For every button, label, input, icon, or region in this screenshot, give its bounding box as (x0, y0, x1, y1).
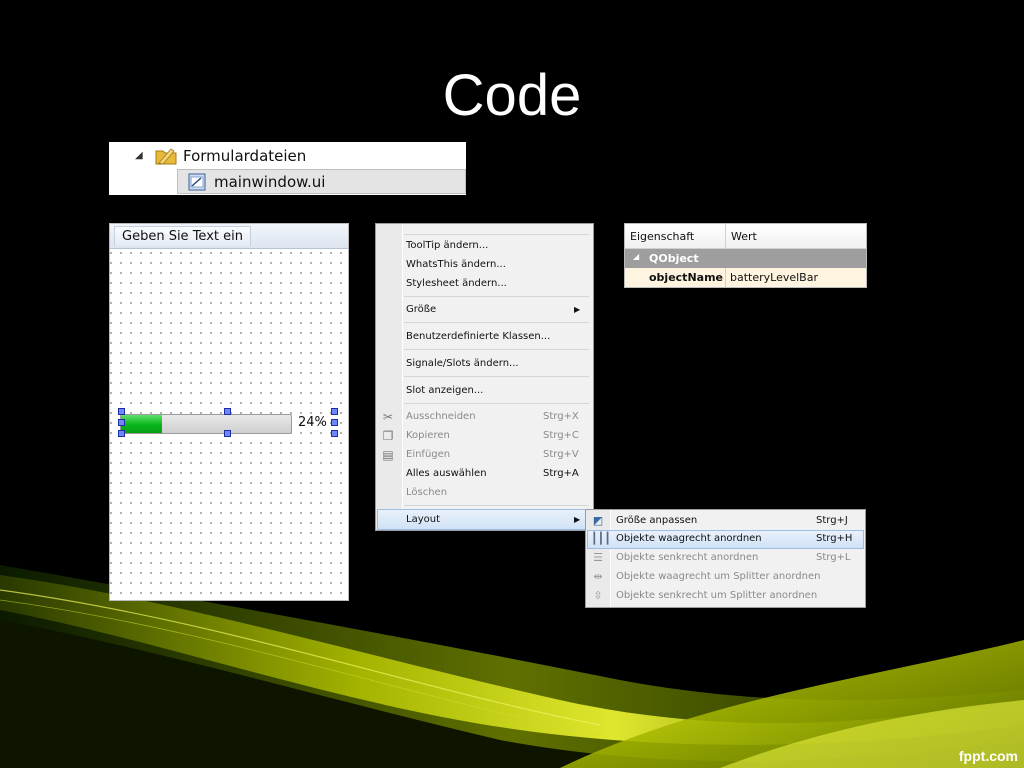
selection-handle[interactable] (331, 419, 338, 426)
submenu-arrow-icon: ▶ (574, 515, 581, 524)
property-editor: Eigenschaft Wert ◢ QObject objectName ba… (624, 223, 867, 288)
selection-handle[interactable] (118, 408, 125, 415)
menu-item-layout[interactable]: Layout (406, 511, 440, 528)
selection-handle[interactable] (118, 419, 125, 426)
project-tree: ◢ Formulardateien mainwindow.ui (109, 142, 466, 195)
shortcut-copy: Strg+C (543, 430, 579, 441)
footer-brand: fppt.com (958, 748, 1018, 764)
selection-handle[interactable] (118, 430, 125, 437)
expand-triangle-icon[interactable]: ◢ (135, 150, 149, 161)
vertical-layout-icon: ☰ (593, 551, 603, 564)
menu-item-signals-slots[interactable]: Signale/Slots ändern... (406, 355, 519, 372)
menu-separator (404, 505, 589, 506)
menubar-placeholder[interactable]: Geben Sie Text ein (114, 226, 251, 246)
designer-form[interactable]: Geben Sie Text ein 24% (109, 223, 349, 601)
menu-icon-gutter (376, 224, 403, 530)
menu-item-size[interactable]: Größe (406, 301, 436, 318)
menu-item-whatsthis[interactable]: WhatsThis ändern... (406, 256, 506, 273)
adjust-size-icon: ◩ (592, 514, 604, 527)
form-menubar: Geben Sie Text ein (110, 224, 348, 249)
menu-separator (404, 403, 589, 404)
ui-file-icon (188, 173, 206, 190)
shortcut-cut: Strg+X (543, 411, 579, 422)
vertical-splitter-icon: ⇳ (593, 589, 603, 602)
tree-item-label: Formulardateien (183, 146, 307, 165)
tree-item-forms-folder[interactable]: ◢ Formulardateien (109, 143, 306, 168)
folder-icon (155, 147, 177, 164)
selection-handle[interactable] (331, 408, 338, 415)
shortcut-select-all: Strg+A (543, 468, 579, 479)
menu-item-paste[interactable]: Einfügen (406, 446, 450, 463)
progress-percent-text: 24% (298, 415, 327, 430)
submenu-item-splitter-horizontal[interactable]: Objekte waagrecht um Splitter anordnen (616, 568, 820, 586)
menu-item-select-all[interactable]: Alles auswählen (406, 465, 487, 482)
menu-item-tooltip[interactable]: ToolTip ändern... (406, 237, 488, 254)
submenu-item-layout-vertical[interactable]: Objekte senkrecht anordnen (616, 549, 758, 567)
shortcut-adjust-size: Strg+J (816, 515, 848, 526)
menu-separator (404, 376, 589, 377)
column-header-value[interactable]: Wert (731, 230, 757, 243)
menu-item-copy[interactable]: Kopieren (406, 427, 450, 444)
tree-item-label: mainwindow.ui (214, 172, 326, 191)
collapse-triangle-icon[interactable]: ◢ (633, 252, 639, 261)
selection-handle[interactable] (224, 430, 231, 437)
property-name: objectName (649, 271, 723, 284)
property-group-qobject[interactable]: ◢ QObject (625, 249, 866, 268)
layout-submenu: ◩ Größe anpassen Strg+J ┃┃┃ Objekte waag… (585, 509, 866, 608)
tree-item-mainwindow-ui[interactable]: mainwindow.ui (177, 169, 466, 194)
battery-level-progress-bar[interactable] (120, 414, 292, 434)
property-row-objectname[interactable]: objectName batteryLevelBar (625, 268, 866, 287)
column-header-property[interactable]: Eigenschaft (630, 230, 694, 243)
menu-separator (404, 296, 589, 297)
shortcut-layout-vertical: Strg+L (816, 552, 851, 563)
menu-separator (404, 234, 589, 235)
scissors-icon: ✂ (382, 410, 394, 424)
group-label: QObject (649, 252, 699, 265)
menu-item-delete[interactable]: Löschen (406, 484, 447, 501)
copy-icon: ❐ (382, 429, 394, 443)
menu-item-stylesheet[interactable]: Stylesheet ändern... (406, 275, 507, 292)
property-header: Eigenschaft Wert (625, 224, 866, 249)
shortcut-paste: Strg+V (543, 449, 579, 460)
horizontal-layout-icon: ┃┃┃ (591, 532, 611, 545)
menu-item-custom-classes[interactable]: Benutzerdefinierte Klassen... (406, 328, 550, 345)
menu-separator (404, 322, 589, 323)
slide-title: Code (442, 63, 582, 128)
submenu-item-splitter-vertical[interactable]: Objekte senkrecht um Splitter anordnen (616, 587, 817, 605)
submenu-arrow-icon: ▶ (574, 305, 581, 314)
paste-icon: ▤ (382, 448, 394, 462)
column-divider (725, 224, 726, 248)
progress-fill (121, 415, 162, 433)
property-value-field[interactable]: batteryLevelBar (730, 271, 818, 284)
menu-item-cut[interactable]: Ausschneiden (406, 408, 476, 425)
selection-handle[interactable] (331, 430, 338, 437)
column-divider (725, 268, 726, 287)
selection-handle[interactable] (224, 408, 231, 415)
context-menu: ToolTip ändern... WhatsThis ändern... St… (375, 223, 594, 531)
menu-separator (404, 349, 589, 350)
submenu-item-layout-horizontal[interactable]: Objekte waagrecht anordnen (616, 530, 762, 548)
shortcut-layout-horizontal: Strg+H (816, 533, 853, 544)
submenu-item-adjust-size[interactable]: Größe anpassen (616, 512, 697, 530)
horizontal-splitter-icon: ⇹ (593, 570, 603, 583)
menu-item-show-slot[interactable]: Slot anzeigen... (406, 382, 483, 399)
